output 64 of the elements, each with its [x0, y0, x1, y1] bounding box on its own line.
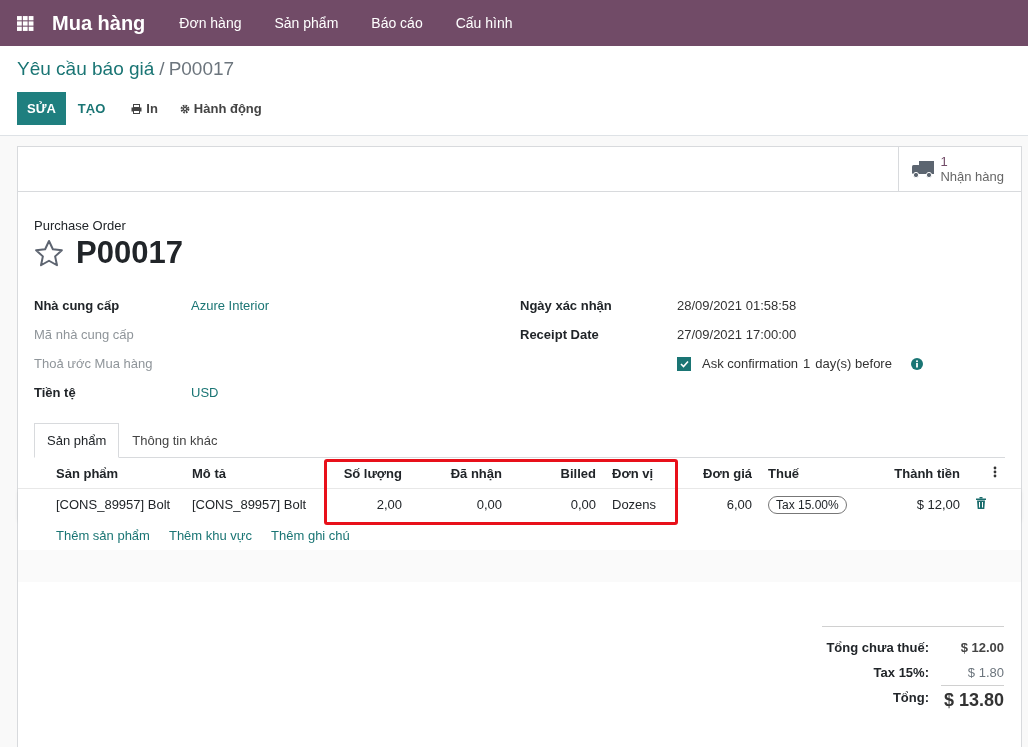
order-number: P00017 [76, 235, 183, 271]
nav-menu-item[interactable]: Đơn hàng [179, 15, 242, 31]
checkbox[interactable] [677, 356, 691, 371]
table-cell: [CONS_89957] Bolt [56, 496, 171, 512]
add-line-link[interactable]: Thêm sản phẩm [56, 527, 150, 543]
field-suffix: day(s) before [815, 356, 892, 371]
table-cell: 0,00 [476, 496, 502, 512]
checkbox-label: Ask confirmation [702, 356, 799, 371]
breadcrumb-current: P00017 [168, 58, 235, 79]
field-label: Nhà cung cấp [34, 298, 121, 313]
field-label: Thoả ước Mua hàng [34, 356, 154, 371]
truck-icon [912, 160, 935, 178]
field-label: Ngày xác nhận [520, 298, 613, 313]
kebab-menu-icon[interactable] [992, 465, 997, 478]
table-cell: 6,00 [726, 496, 752, 512]
field-value: 28/09/2021 01:58:58 [677, 298, 797, 313]
create-button[interactable]: TẠO [67, 93, 116, 124]
tab[interactable]: Thông tin khác [119, 423, 231, 458]
info-icon[interactable] [910, 357, 923, 370]
nav-menu-item[interactable]: Báo cáo [371, 15, 423, 31]
table-cell: [CONS_89957] Bolt [192, 496, 307, 512]
action-button[interactable]: Hành động [169, 93, 272, 124]
nav-menu-item[interactable]: Sản phẩm [274, 15, 339, 31]
total-value: $ 12.00 [959, 640, 1004, 655]
total-value: $ 13.80 [941, 684, 1004, 711]
column-header[interactable]: Đã nhận [410, 458, 510, 489]
nav-menu-item[interactable]: Cấu hình [455, 15, 513, 31]
field-value: 27/09/2021 17:00:00 [677, 327, 797, 342]
column-header[interactable]: Số lượng [330, 458, 410, 489]
field-value[interactable]: Azure Interior [191, 298, 270, 313]
trash-icon[interactable] [976, 496, 986, 509]
breadcrumb-separator: / [159, 58, 165, 79]
printer-icon [131, 103, 143, 114]
column-header[interactable]: Đơn vị [604, 458, 674, 489]
add-line-link[interactable]: Thêm ghi chú [271, 527, 350, 543]
column-header[interactable]: Đơn giá [674, 458, 760, 489]
table-cell: $ 12,00 [916, 496, 960, 512]
column-header[interactable]: Thuế [760, 458, 852, 489]
print-button[interactable]: In [121, 93, 168, 124]
table-cell: 2,00 [376, 496, 402, 512]
table-cell: Dozens [612, 496, 657, 512]
column-header[interactable]: Mô tả [184, 458, 330, 489]
field-label: Mã nhà cung cấp [34, 327, 135, 342]
field-value[interactable]: USD [191, 385, 219, 400]
table-cell: 0,00 [570, 496, 596, 512]
form-subtitle: Purchase Order [34, 218, 127, 233]
total-label: Tổng: [892, 690, 929, 705]
column-header[interactable]: Thành tiền [852, 458, 968, 489]
app-title[interactable]: Mua hàng [52, 11, 146, 35]
edit-button[interactable]: SỬA [17, 92, 66, 125]
breadcrumb-link[interactable]: Yêu cầu báo giá [17, 58, 155, 79]
column-header[interactable]: Billed [510, 458, 604, 489]
field-label: Receipt Date [520, 327, 600, 342]
total-value: $ 1.80 [966, 665, 1004, 680]
tab[interactable]: Sản phẩm [34, 423, 120, 458]
apps-grid-icon[interactable] [17, 15, 34, 31]
star-icon[interactable] [34, 238, 64, 268]
field-label: Tiền tệ [34, 385, 77, 400]
field-value[interactable]: 1 [803, 356, 811, 371]
total-label: Tổng chưa thuế: [826, 640, 929, 655]
column-header[interactable]: Sản phẩm [18, 458, 184, 489]
gear-icon [179, 103, 190, 114]
total-label: Tax 15%: [873, 665, 929, 680]
add-line-link[interactable]: Thêm khu vực [168, 527, 253, 543]
